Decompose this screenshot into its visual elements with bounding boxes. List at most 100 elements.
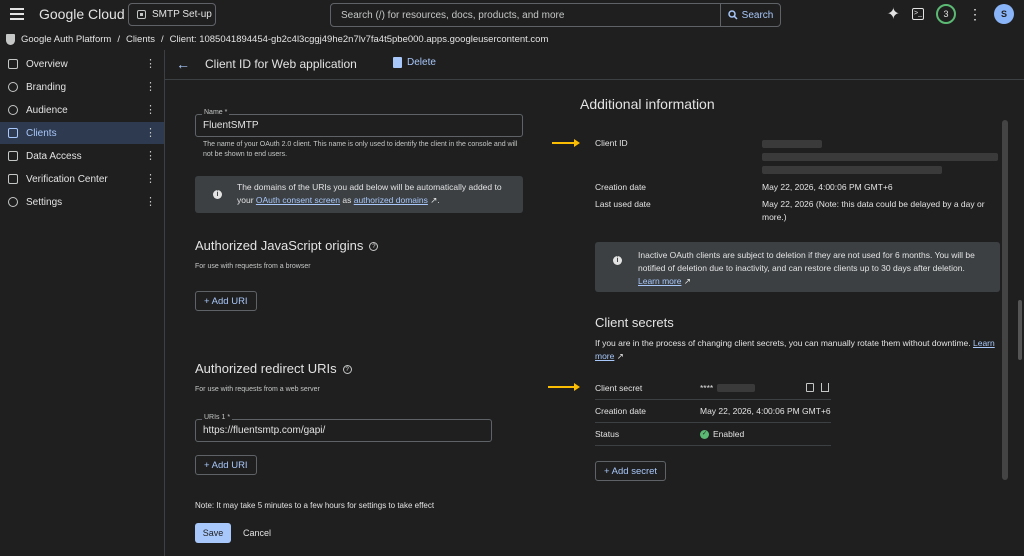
data-icon bbox=[8, 151, 18, 161]
download-icon[interactable] bbox=[821, 383, 829, 392]
brand-logo[interactable]: Google Cloud bbox=[39, 6, 125, 22]
more-options-icon[interactable]: ⋮ bbox=[145, 80, 156, 93]
sidebar-item-clients[interactable]: Clients ⋮ bbox=[0, 122, 164, 144]
cloud-shell-icon[interactable]: >_ bbox=[912, 8, 924, 20]
breadcrumb-root[interactable]: Google Auth Platform bbox=[21, 34, 111, 45]
more-options-icon[interactable]: ⋮ bbox=[968, 6, 982, 23]
sidebar-item-overview[interactable]: Overview ⋮ bbox=[0, 53, 164, 75]
annotation-arrow bbox=[548, 383, 580, 391]
external-link-icon: ↗ bbox=[427, 195, 438, 205]
name-field-label: Name * bbox=[202, 109, 230, 116]
search-bar: Search bbox=[330, 3, 781, 27]
sidebar-item-data-access[interactable]: Data Access ⋮ bbox=[0, 145, 164, 167]
secret-creation-label: Creation date bbox=[595, 406, 647, 416]
notification-badge[interactable]: 3 bbox=[936, 4, 956, 24]
project-name: SMTP Set-up bbox=[152, 9, 212, 20]
more-options-icon[interactable]: ⋮ bbox=[145, 103, 156, 116]
search-button-label: Search bbox=[741, 9, 774, 21]
table-row: Status ✓ Enabled bbox=[595, 423, 831, 446]
sidebar-item-audience[interactable]: Audience ⋮ bbox=[0, 99, 164, 121]
status-label: Status bbox=[595, 429, 620, 439]
add-redirect-uri-button[interactable]: + Add URI bbox=[195, 455, 257, 475]
client-secret-label: Client secret bbox=[595, 383, 643, 393]
project-selector-button[interactable]: SMTP Set-up bbox=[128, 3, 216, 26]
breadcrumb-clients[interactable]: Clients bbox=[126, 34, 155, 45]
more-options-icon[interactable]: ⋮ bbox=[145, 172, 156, 185]
client-secrets-title: Client secrets bbox=[595, 315, 674, 330]
oauth-consent-link[interactable]: OAuth consent screen bbox=[256, 195, 340, 205]
redirect-uris-title-text: Authorized redirect URIs bbox=[195, 361, 337, 376]
trash-icon bbox=[393, 57, 402, 68]
hamburger-menu-icon[interactable] bbox=[10, 8, 24, 20]
sidebar-item-label: Verification Center bbox=[26, 173, 108, 185]
sidebar-item-label: Data Access bbox=[26, 150, 82, 162]
add-js-origin-button[interactable]: + Add URI bbox=[195, 291, 257, 311]
page-title: Client ID for Web application bbox=[205, 57, 357, 71]
delete-button[interactable]: Delete bbox=[393, 57, 436, 68]
info-icon: i bbox=[213, 190, 222, 199]
avatar[interactable]: S bbox=[994, 4, 1014, 24]
palette-icon bbox=[8, 82, 18, 92]
save-button[interactable]: Save bbox=[195, 523, 231, 543]
domains-info-text: The domains of the URIs you add below wi… bbox=[237, 181, 517, 207]
redacted-secret bbox=[717, 384, 755, 392]
sidebar-item-verification-center[interactable]: Verification Center ⋮ bbox=[0, 168, 164, 190]
table-row: Client secret **** bbox=[595, 377, 831, 400]
breadcrumb-separator: / bbox=[161, 33, 164, 45]
grid-icon bbox=[8, 59, 18, 69]
inactive-info-box: i Inactive OAuth clients are subject to … bbox=[595, 242, 1000, 292]
learn-more-link[interactable]: Learn more bbox=[638, 276, 681, 286]
redirect-uri-field[interactable]: URIs 1 * https://fluentsmtp.com/gapi/ bbox=[195, 414, 492, 442]
sidebar-item-settings[interactable]: Settings ⋮ bbox=[0, 191, 164, 213]
sidebar-divider bbox=[164, 50, 165, 556]
add-secret-button[interactable]: + Add secret bbox=[595, 461, 667, 481]
redirect-uri-label: URIs 1 * bbox=[202, 414, 233, 421]
sidebar: Overview ⋮ Branding ⋮ Audience ⋮ Clients… bbox=[0, 53, 164, 556]
inactive-text: Inactive OAuth clients are subject to de… bbox=[638, 250, 975, 273]
sidebar-item-label: Audience bbox=[26, 104, 68, 116]
help-icon[interactable]: ? bbox=[342, 365, 352, 375]
additional-info-panel: Additional information Client ID Creatio… bbox=[548, 94, 1010, 554]
external-link-icon: ↗ bbox=[614, 351, 624, 361]
search-input[interactable] bbox=[341, 10, 721, 21]
copy-icon[interactable] bbox=[806, 383, 814, 392]
name-field[interactable]: Name * FluentSMTP bbox=[195, 109, 523, 137]
name-field-value: FluentSMTP bbox=[203, 120, 259, 131]
settings-note: Note: It may take 5 minutes to a few hou… bbox=[195, 501, 435, 510]
help-icon[interactable]: ? bbox=[369, 242, 379, 252]
redacted-client-id bbox=[762, 153, 998, 161]
gemini-sparkle-icon[interactable]: ✦ bbox=[887, 4, 900, 24]
last-used-label: Last used date bbox=[595, 199, 651, 209]
more-options-icon[interactable]: ⋮ bbox=[145, 57, 156, 70]
secrets-desc-text: If you are in the process of changing cl… bbox=[595, 338, 973, 348]
redirect-uris-subtitle: For use with requests from a web server bbox=[195, 386, 320, 393]
redacted-client-id bbox=[762, 166, 942, 174]
page-scrollbar[interactable] bbox=[1018, 300, 1022, 360]
search-icon bbox=[727, 10, 738, 20]
authorized-domains-link[interactable]: authorized domains bbox=[354, 195, 428, 205]
top-bar: Google Cloud SMTP Set-up Search ✦ >_ 3 ⋮… bbox=[0, 0, 1024, 30]
table-row: Creation date May 22, 2026, 4:00:06 PM G… bbox=[595, 400, 831, 423]
redacted-client-id bbox=[762, 140, 822, 148]
check-icon bbox=[8, 174, 18, 184]
project-icon bbox=[137, 10, 146, 19]
name-hint: The name of your OAuth 2.0 client. This … bbox=[203, 141, 518, 158]
info-icon: i bbox=[613, 256, 622, 265]
sidebar-item-branding[interactable]: Branding ⋮ bbox=[0, 76, 164, 98]
search-button[interactable]: Search bbox=[720, 4, 780, 26]
client-secrets-desc: If you are in the process of changing cl… bbox=[595, 337, 1005, 363]
more-options-icon[interactable]: ⋮ bbox=[145, 195, 156, 208]
external-link-icon: ↗ bbox=[681, 276, 691, 286]
cancel-button[interactable]: Cancel bbox=[243, 523, 271, 543]
panel-scrollbar[interactable] bbox=[1002, 120, 1008, 480]
client-id-label: Client ID bbox=[595, 138, 628, 148]
additional-info-title: Additional information bbox=[580, 96, 715, 112]
more-options-icon[interactable]: ⋮ bbox=[145, 149, 156, 162]
js-origins-title-text: Authorized JavaScript origins bbox=[195, 238, 364, 253]
last-used-value: May 22, 2026 (Note: this data could be d… bbox=[762, 199, 985, 222]
back-arrow-icon[interactable]: ← bbox=[176, 56, 190, 72]
client-secret-value: **** bbox=[700, 383, 714, 393]
page-header: ← Client ID for Web application Delete bbox=[165, 50, 1024, 80]
more-options-icon[interactable]: ⋮ bbox=[145, 126, 156, 139]
info-text-part: as bbox=[340, 195, 354, 205]
